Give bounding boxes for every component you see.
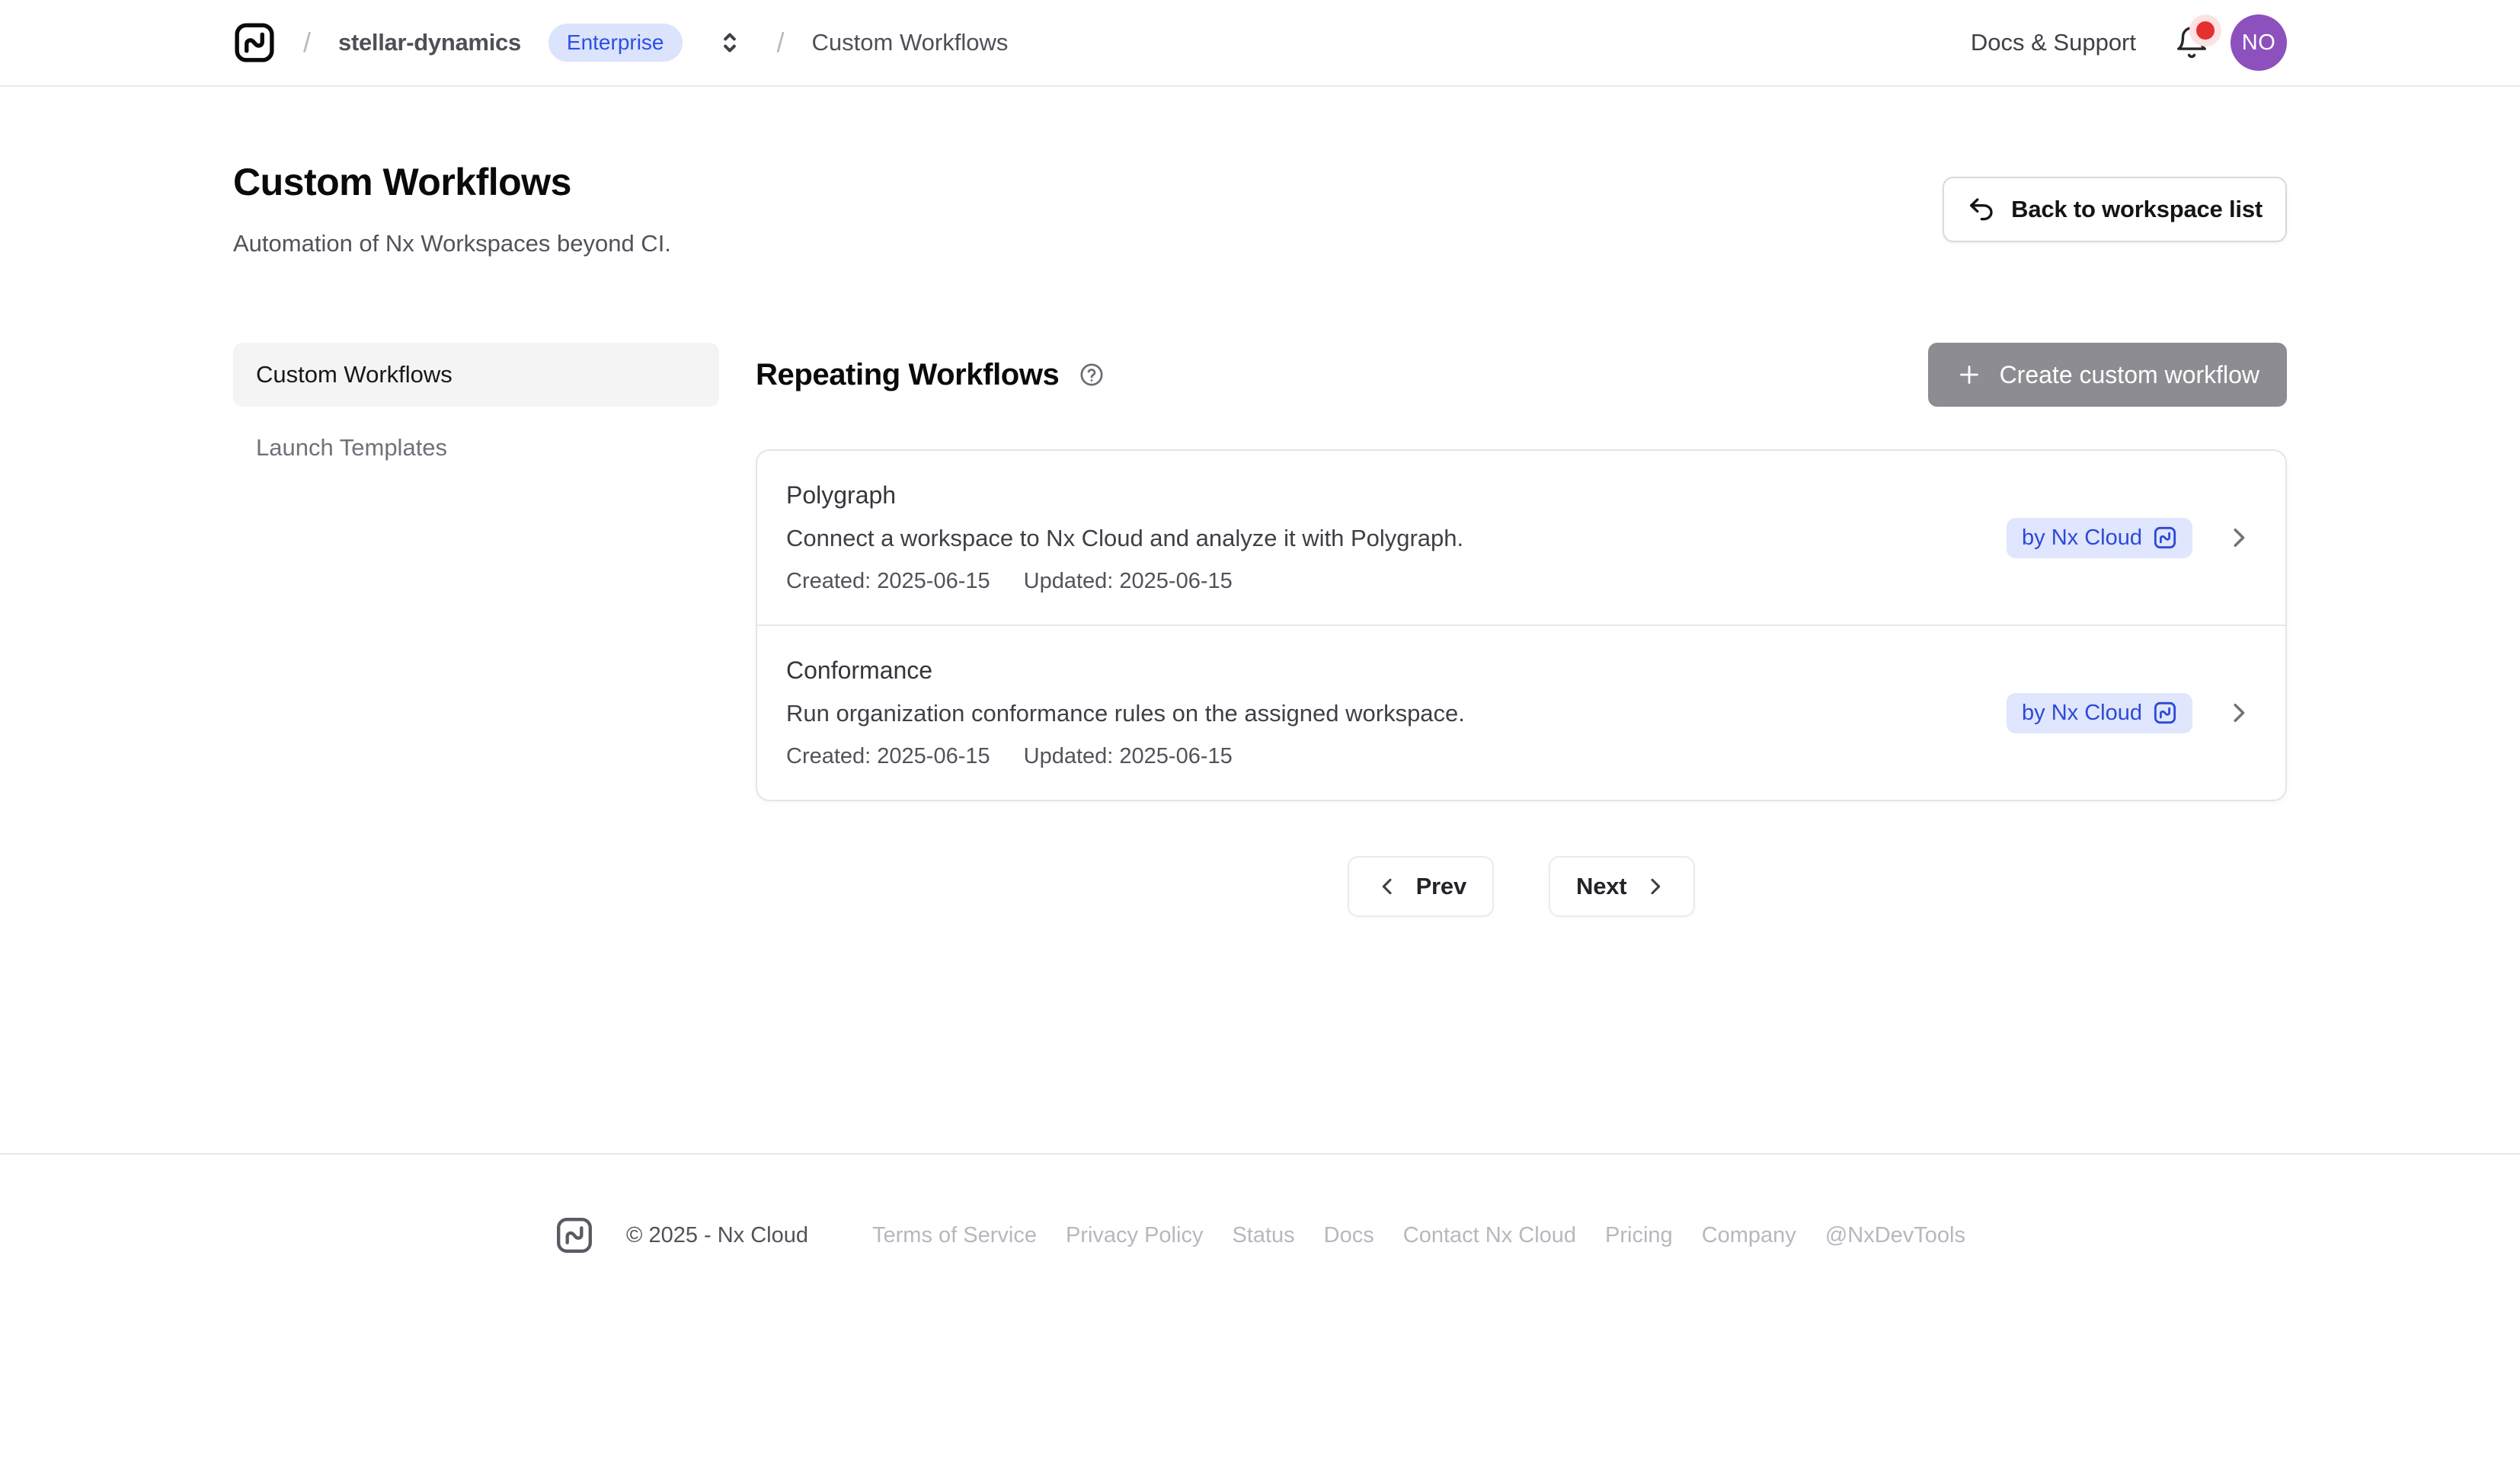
plan-badge: Enterprise bbox=[548, 24, 683, 62]
breadcrumb-current-page[interactable]: Custom Workflows bbox=[812, 29, 1009, 56]
footer-link-privacy[interactable]: Privacy Policy bbox=[1066, 1223, 1204, 1248]
sidebar-item-custom-workflows[interactable]: Custom Workflows bbox=[233, 343, 719, 407]
footer-link-status[interactable]: Status bbox=[1232, 1223, 1294, 1248]
prev-label: Prev bbox=[1416, 873, 1466, 900]
breadcrumb: / stellar-dynamics Enterprise / Custom W… bbox=[233, 21, 1008, 64]
nx-logo-icon bbox=[2153, 701, 2177, 725]
user-avatar[interactable]: NO bbox=[2231, 14, 2287, 71]
workflow-name: Conformance bbox=[786, 656, 2007, 685]
repeating-workflows-section: Repeating Workflows Create custom workfl… bbox=[756, 343, 2287, 917]
workflow-updated-date: Updated: 2025-06-15 bbox=[1024, 744, 1233, 769]
create-button-label: Create custom workflow bbox=[2000, 361, 2259, 389]
page-subtitle: Automation of Nx Workspaces beyond CI. bbox=[233, 230, 671, 257]
page-title: Custom Workflows bbox=[233, 160, 671, 204]
nx-logo-icon bbox=[555, 1215, 594, 1255]
workflow-created-date: Created: 2025-06-15 bbox=[786, 744, 990, 769]
back-button-label: Back to workspace list bbox=[2011, 196, 2263, 223]
nx-logo-icon bbox=[2153, 525, 2177, 550]
chevron-right-icon bbox=[2224, 698, 2253, 727]
page-title-block: Custom Workflows Automation of Nx Worksp… bbox=[233, 160, 671, 257]
by-nx-cloud-badge[interactable]: by Nx Cloud bbox=[2007, 693, 2192, 733]
topbar-actions: Docs & Support NO bbox=[1971, 14, 2287, 71]
workflow-row-conformance[interactable]: Conformance Run organization conformance… bbox=[757, 625, 2285, 800]
breadcrumb-separator: / bbox=[777, 27, 785, 59]
docs-support-link[interactable]: Docs & Support bbox=[1971, 29, 2136, 56]
footer-divider bbox=[0, 1153, 2520, 1155]
footer: © 2025 - Nx Cloud Terms of Service Priva… bbox=[0, 1215, 2520, 1255]
footer-link-company[interactable]: Company bbox=[1702, 1223, 1796, 1248]
workflow-row-polygraph[interactable]: Polygraph Connect a workspace to Nx Clou… bbox=[757, 451, 2285, 625]
workspace-switcher-button[interactable] bbox=[710, 23, 750, 62]
next-label: Next bbox=[1576, 873, 1626, 900]
sidebar-item-launch-templates[interactable]: Launch Templates bbox=[233, 416, 719, 480]
workflow-created-date: Created: 2025-06-15 bbox=[786, 569, 990, 594]
next-page-button[interactable]: Next bbox=[1549, 856, 1695, 917]
footer-link-contact[interactable]: Contact Nx Cloud bbox=[1403, 1223, 1576, 1248]
notifications-button[interactable] bbox=[2174, 25, 2209, 60]
chevron-up-down-icon bbox=[715, 27, 745, 58]
footer-link-nxdevtools[interactable]: @NxDevTools bbox=[1825, 1223, 1965, 1248]
section-title: Repeating Workflows bbox=[756, 358, 1059, 392]
notification-dot bbox=[2196, 21, 2215, 40]
footer-link-docs[interactable]: Docs bbox=[1324, 1223, 1374, 1248]
workflow-updated-date: Updated: 2025-06-15 bbox=[1024, 569, 1233, 594]
workflow-description: Run organization conformance rules on th… bbox=[786, 700, 2007, 727]
badge-label: by Nx Cloud bbox=[2022, 701, 2142, 726]
chevron-right-icon bbox=[2224, 523, 2253, 552]
by-nx-cloud-badge[interactable]: by Nx Cloud bbox=[2007, 518, 2192, 558]
workflow-name: Polygraph bbox=[786, 481, 2007, 510]
workflow-list: Polygraph Connect a workspace to Nx Clou… bbox=[756, 449, 2287, 801]
pagination: Prev Next bbox=[756, 856, 2287, 917]
breadcrumb-workspace[interactable]: stellar-dynamics bbox=[338, 29, 521, 56]
footer-link-terms[interactable]: Terms of Service bbox=[872, 1223, 1037, 1248]
settings-sidebar: Custom Workflows Launch Templates bbox=[233, 343, 719, 480]
footer-links: Terms of Service Privacy Policy Status D… bbox=[872, 1223, 1965, 1248]
plus-icon bbox=[1956, 361, 1983, 388]
help-circle-icon[interactable] bbox=[1079, 362, 1105, 388]
workflow-description: Connect a workspace to Nx Cloud and anal… bbox=[786, 525, 2007, 552]
prev-page-button[interactable]: Prev bbox=[1348, 856, 1494, 917]
copyright-text: © 2025 - Nx Cloud bbox=[626, 1223, 808, 1248]
breadcrumb-separator: / bbox=[303, 27, 311, 59]
footer-link-pricing[interactable]: Pricing bbox=[1605, 1223, 1673, 1248]
chevron-left-icon bbox=[1375, 874, 1399, 899]
create-custom-workflow-button[interactable]: Create custom workflow bbox=[1928, 343, 2287, 407]
undo-arrow-icon bbox=[1967, 195, 1996, 224]
nx-logo-icon[interactable] bbox=[233, 21, 276, 64]
back-to-workspace-list-button[interactable]: Back to workspace list bbox=[1943, 177, 2287, 242]
top-navigation-bar: / stellar-dynamics Enterprise / Custom W… bbox=[0, 0, 2520, 87]
badge-label: by Nx Cloud bbox=[2022, 525, 2142, 551]
main-content: Custom Workflows Automation of Nx Worksp… bbox=[0, 160, 2520, 1255]
chevron-right-icon bbox=[1643, 874, 1668, 899]
